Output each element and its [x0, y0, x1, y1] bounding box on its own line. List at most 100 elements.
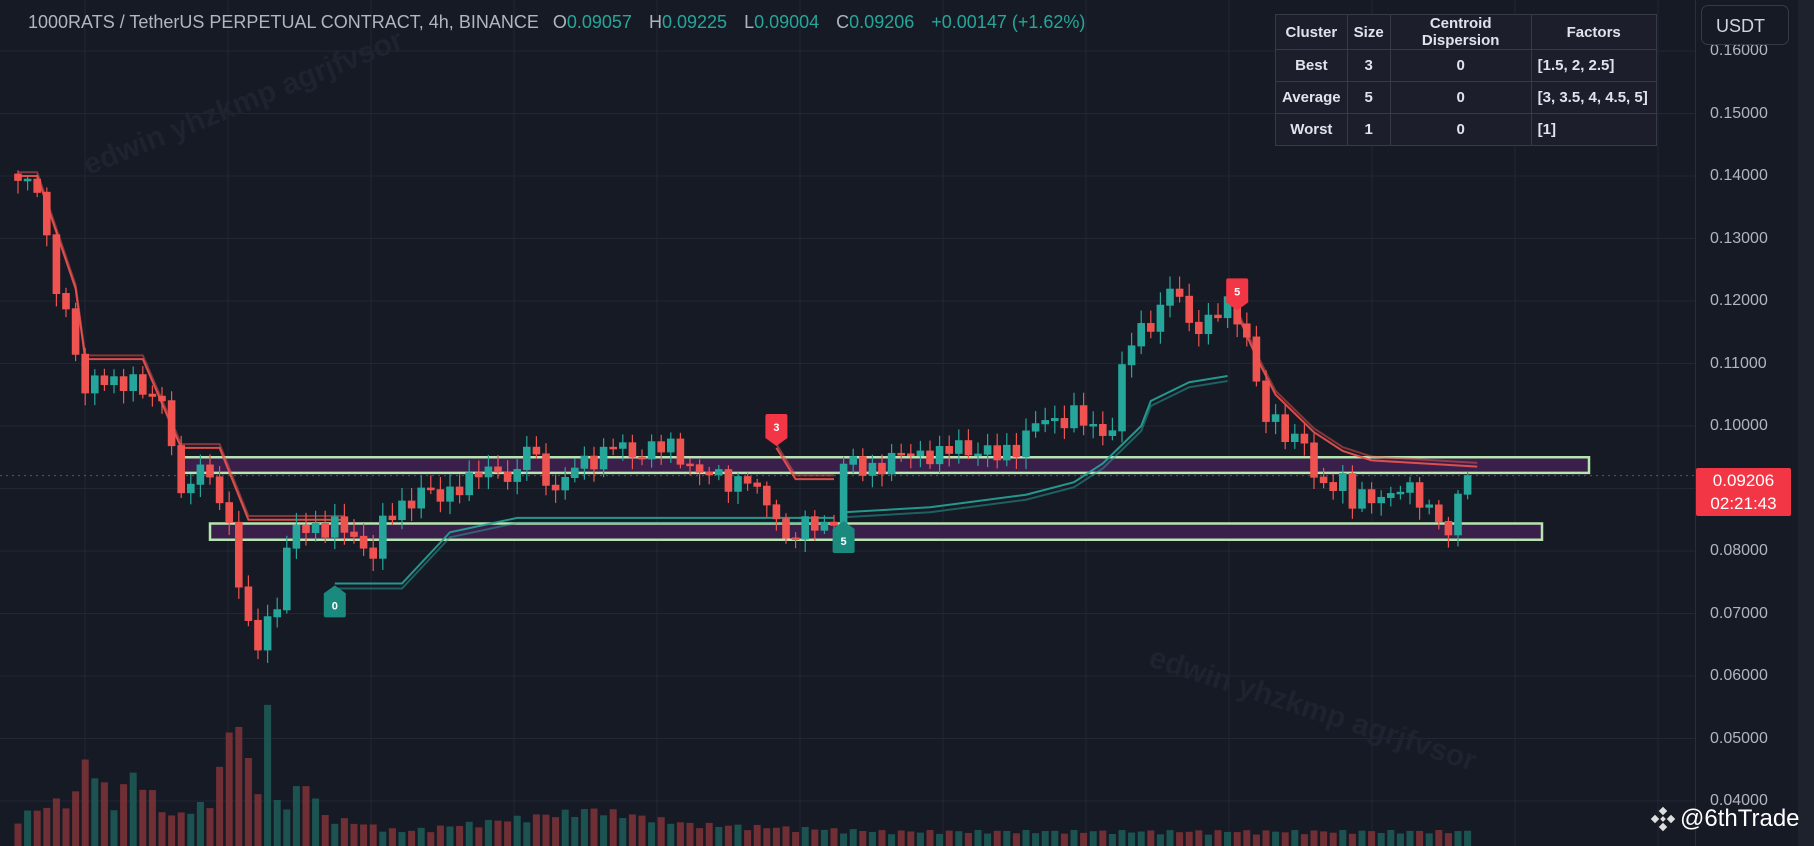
volume-bar	[1147, 830, 1155, 846]
cell: 5	[1346, 81, 1391, 114]
candle-body	[436, 489, 445, 502]
candle	[1348, 465, 1357, 519]
candle-body	[215, 476, 224, 504]
candle-body	[1281, 414, 1290, 443]
volume-bar	[590, 808, 598, 846]
currency-button[interactable]: USDT	[1701, 5, 1789, 45]
volume-bar	[1003, 830, 1011, 846]
candle	[1281, 404, 1290, 450]
candle-body	[273, 609, 281, 618]
candle-body	[167, 400, 176, 447]
table-header-row: Cluster Size Centroid Dispersion Factors	[1275, 14, 1657, 50]
header-dispersion: Centroid Dispersion	[1389, 14, 1532, 50]
volume-bar	[878, 830, 886, 846]
volume-bar	[369, 824, 377, 846]
candle-body	[1435, 504, 1443, 522]
candle-body	[1243, 323, 1251, 338]
candle-body	[1425, 504, 1434, 508]
candle	[273, 597, 281, 628]
candle	[100, 368, 109, 391]
candle	[724, 465, 733, 503]
cell: Average	[1275, 81, 1348, 114]
volume-bar	[696, 828, 704, 846]
volume-bar	[81, 759, 89, 846]
volume-bar	[1368, 831, 1376, 846]
candle-body	[455, 486, 464, 496]
volume-bar	[235, 726, 243, 846]
symbol-title[interactable]: 1000RATS / TetherUS PERPETUAL CONTRACT, …	[28, 12, 539, 32]
candle-body	[849, 456, 858, 465]
candle-body	[1454, 493, 1462, 536]
candle-body	[1406, 482, 1414, 493]
candle	[1195, 309, 1203, 347]
candle-body	[1147, 323, 1155, 332]
volume-bar	[1032, 833, 1040, 846]
candle-body	[839, 463, 848, 526]
volume-bar	[1348, 833, 1356, 846]
candle-body	[1415, 482, 1424, 508]
volume-bar	[600, 815, 608, 846]
candle-body	[647, 441, 656, 460]
volume-bar	[1416, 830, 1424, 846]
candle	[964, 429, 973, 460]
table-row: Best 3 0 [1.5, 2, 2.5]	[1275, 49, 1657, 82]
candle-body	[379, 515, 387, 559]
price-tick: 0.11000	[1710, 354, 1767, 372]
volume-bar	[888, 834, 896, 846]
candle-body	[91, 375, 99, 394]
volume-bar	[43, 807, 51, 846]
volume-bar	[417, 827, 425, 846]
volume-bar	[1252, 834, 1260, 846]
price-axis[interactable]: 0.16000 0.15000 0.14000 0.13000 0.12000 0.110…	[1695, 0, 1799, 846]
volume-bar	[628, 814, 636, 846]
volume-bar	[955, 831, 963, 846]
volume-bar	[1281, 832, 1289, 846]
volume-bar	[753, 824, 761, 846]
supertrend-bear-line	[1236, 313, 1478, 468]
candle	[1396, 485, 1405, 500]
price-tick: 0.07000	[1710, 604, 1768, 622]
candle-body	[974, 453, 982, 457]
volume-bar	[868, 831, 876, 846]
price-tick: 0.14000	[1710, 167, 1768, 184]
candle-body	[1300, 433, 1309, 444]
candle-body	[1377, 496, 1386, 504]
cell: [1]	[1530, 113, 1657, 146]
candle-body	[110, 376, 118, 386]
volume-bar	[926, 830, 934, 846]
candle-body	[369, 547, 377, 559]
candle	[1444, 516, 1453, 548]
volume-bar	[1396, 833, 1404, 846]
cell: [3, 3.5, 4, 4.5, 5]	[1530, 81, 1657, 114]
candle	[1127, 332, 1136, 378]
candle	[23, 175, 32, 191]
candle-body	[551, 484, 560, 491]
volume-bar	[1012, 833, 1020, 846]
candle-body	[935, 446, 944, 465]
candle-body	[734, 476, 742, 492]
volume-bar	[388, 828, 396, 846]
high-value: 0.09225	[661, 12, 728, 32]
volume-bar	[840, 833, 848, 846]
candle-body	[292, 524, 301, 549]
cluster-table: Cluster Size Centroid Dispersion Factors…	[1275, 14, 1657, 146]
candle-body	[1204, 314, 1213, 335]
candle-body	[657, 441, 666, 453]
candle-body	[1444, 520, 1453, 536]
candle-body	[1166, 288, 1174, 306]
candle-body	[791, 537, 800, 541]
price-tick: 0.13000	[1710, 229, 1768, 247]
volume-bar	[1156, 834, 1164, 846]
support-resistance-zone	[208, 522, 1544, 541]
volume-bar	[1176, 832, 1184, 846]
volume-bar	[110, 810, 118, 846]
candle-body	[609, 446, 618, 450]
candle	[734, 472, 742, 504]
candle-body	[811, 516, 819, 531]
candle	[1367, 482, 1376, 514]
volume-bar	[168, 815, 176, 846]
price-tick: 0.12000	[1710, 292, 1768, 309]
candle	[1415, 477, 1424, 520]
bar-countdown: 02:21:43	[1710, 494, 1777, 513]
candle-body	[695, 464, 704, 473]
